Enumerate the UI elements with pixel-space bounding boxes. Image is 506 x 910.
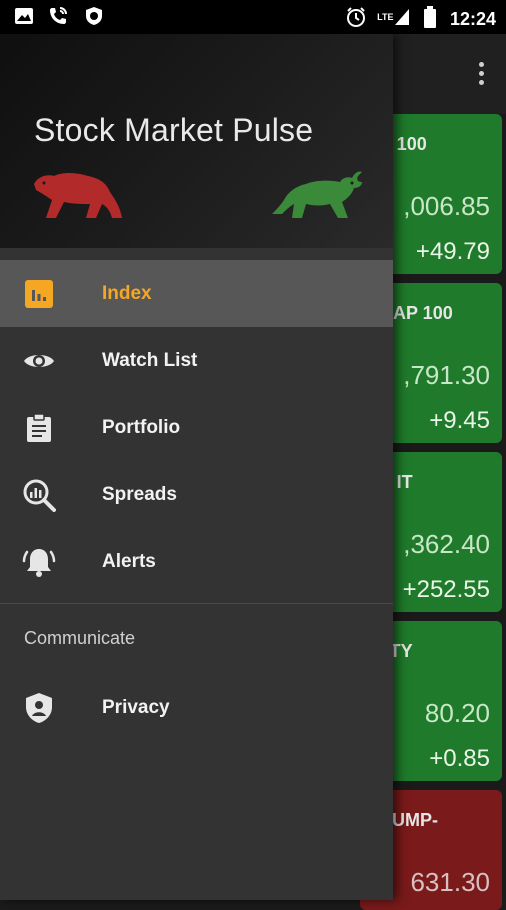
tile-change: +252.55 (402, 576, 490, 603)
nav-item-watch-list[interactable]: Watch List (0, 327, 393, 394)
image-icon (14, 7, 34, 30)
bull-icon (272, 171, 362, 218)
clock: 12:24 (449, 9, 496, 29)
nav-label-portfolio: Portfolio (102, 416, 181, 438)
section-header-communicate: Communicate (0, 604, 393, 674)
nav-label-spreads: Spreads (102, 483, 177, 505)
nav-item-spreads[interactable]: Spreads (0, 461, 393, 528)
tile-value: 80.20 (424, 698, 490, 728)
battery-icon (423, 6, 436, 33)
network-label: LTE (377, 12, 394, 22)
signal-icon: LTE (377, 8, 414, 31)
bell-alert-icon (22, 545, 56, 579)
nav-item-index[interactable]: Index (0, 260, 393, 327)
navigation-drawer: Stock Market Pulse Index Watch List Port… (0, 34, 393, 900)
nav-item-portfolio[interactable]: Portfolio (0, 394, 393, 461)
nav-item-alerts[interactable]: Alerts (0, 528, 393, 595)
tile-value: 631.30 (410, 867, 490, 897)
tile-change: +9.45 (429, 407, 490, 434)
nav-label-privacy: Privacy (102, 696, 170, 718)
phone-call-icon (48, 6, 70, 31)
app-title: Stock Market Pulse (34, 112, 314, 148)
tile-value: ,791.30 (403, 360, 490, 390)
tile-value: ,362.40 (403, 529, 490, 559)
nav-item-privacy[interactable]: Privacy (0, 674, 393, 741)
privacy-shield-icon (22, 691, 56, 725)
tile-change: +0.85 (429, 745, 490, 772)
nav-label-watch-list: Watch List (102, 349, 198, 371)
status-bar: LTE 12:24 (0, 0, 506, 34)
drawer-menu: Index Watch List Portfolio Spreads Alert… (0, 260, 393, 741)
shield-app-icon (84, 6, 104, 31)
index-chart-icon (22, 277, 56, 311)
eye-icon (22, 344, 56, 378)
clipboard-icon (22, 411, 56, 445)
magnifier-chart-icon (22, 478, 56, 512)
alarm-icon (345, 6, 367, 33)
drawer-header: Stock Market Pulse (0, 34, 393, 248)
tile-value: ,006.85 (403, 191, 490, 221)
tile-change: +49.79 (415, 238, 490, 265)
nav-label-index: Index (102, 282, 152, 304)
section-label: Communicate (24, 628, 136, 648)
overflow-menu-icon[interactable] (479, 62, 484, 85)
bear-icon (34, 173, 122, 218)
nav-label-alerts: Alerts (102, 550, 156, 572)
